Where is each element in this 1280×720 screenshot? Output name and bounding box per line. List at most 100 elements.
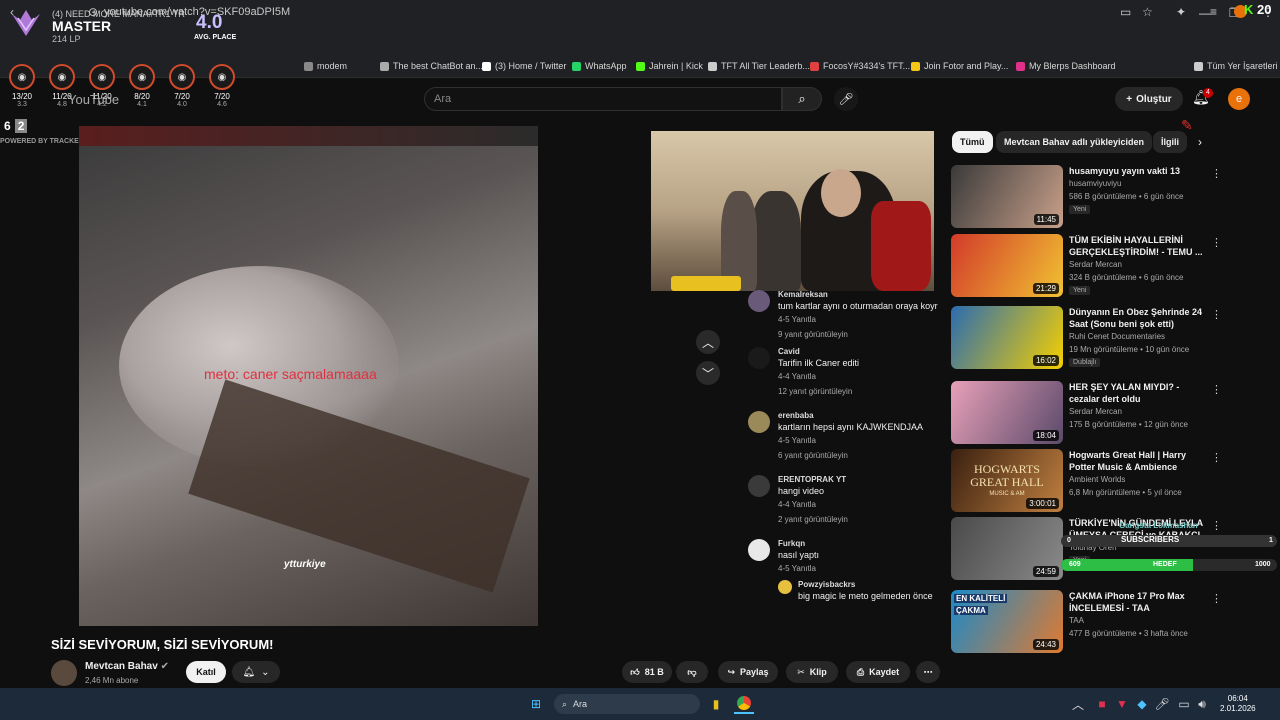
microphone-icon[interactable]: 🎤︎ <box>834 87 858 111</box>
recommended-title[interactable]: HER ŞEY YALAN MIYDI? - cezalar dert oldu <box>1069 381 1209 405</box>
recommended-title[interactable]: husamyuyu yayın vakti 13 <box>1069 165 1209 177</box>
windows-start-icon[interactable]: ⊞ <box>526 694 546 714</box>
video-thumbnail[interactable]: EN KALİTELİ ÇAKMA 24:43 <box>951 590 1063 653</box>
kebab-menu-icon[interactable]: ⋮ <box>1211 451 1222 464</box>
recommended-channel[interactable]: Serdar Mercan <box>1069 407 1122 416</box>
video-thumbnail[interactable]: 24:59 <box>951 517 1063 580</box>
chrome-icon[interactable] <box>734 694 754 714</box>
bookmark-star-icon[interactable]: ☆ <box>1142 5 1153 19</box>
comment-avatar[interactable] <box>748 411 770 433</box>
video-thumbnail[interactable]: 16:02 <box>951 306 1063 369</box>
recommended-video[interactable]: HOGWARTS GREAT HALL MUSIC & AM 3:00:01 Hogw… <box>951 449 1222 513</box>
recommended-video[interactable]: 16:02 Dünyanın En Obez Şehrinde 24 Saat (… <box>951 306 1222 370</box>
bookmark-item[interactable]: My Blerps Dashboard <box>1016 61 1116 71</box>
taskbar-search[interactable]: ⌕ Ara <box>554 694 700 714</box>
kebab-menu-icon[interactable]: ⋮ <box>1211 592 1222 605</box>
volume-icon[interactable]: 🔊︎ <box>1192 694 1212 714</box>
kebab-menu-icon[interactable]: ⋮ <box>1211 167 1222 180</box>
recommended-title[interactable]: ÇAKMA iPhone 17 Pro Max İNCELEMESİ - TAA <box>1069 590 1209 614</box>
view-replies-button[interactable]: 2 yanıt görüntüleyin <box>778 515 848 524</box>
like-button[interactable]: 👍︎ 81 B <box>622 661 672 683</box>
recommended-video[interactable]: 11:45 husamyuyu yayın vakti 13 husamviyuvi… <box>951 165 1222 229</box>
bookmark-item[interactable]: modem <box>304 61 347 71</box>
bookmark-item[interactable]: Jahrein | Kick <box>636 61 703 71</box>
recommended-channel[interactable]: husamviyuviyu <box>1069 179 1121 188</box>
youtube-logo[interactable]: YouTube <box>68 92 119 107</box>
comment-avatar[interactable] <box>748 290 770 312</box>
menu-list-icon[interactable]: ≡ <box>1210 5 1217 19</box>
comment-author[interactable]: erenbaba <box>778 411 814 420</box>
video-thumbnail[interactable]: HOGWARTS GREAT HALL MUSIC & AM 3:00:01 <box>951 449 1063 512</box>
bookmark-item[interactable]: TFT All Tier Leaderb... <box>708 61 810 71</box>
view-replies-button[interactable]: 6 yanıt görüntüleyin <box>778 451 848 460</box>
bookmark-item[interactable]: (3) Home / Twitter <box>482 61 566 71</box>
search-input[interactable] <box>424 87 782 111</box>
video-thumbnail[interactable]: 18:04 <box>951 381 1063 444</box>
network-icon[interactable]: ▭ <box>1174 694 1194 714</box>
comment-author[interactable]: ERENTOPRAK YT <box>778 475 846 484</box>
bookmark-item[interactable]: Join Fotor and Play... <box>911 61 1008 71</box>
filter-chip[interactable]: Tümü <box>952 131 993 153</box>
subscription-bell-button[interactable]: 🔔︎ ⌄ <box>232 661 280 683</box>
video-thumbnail[interactable]: 21:29 <box>951 234 1063 297</box>
recommended-channel[interactable]: Serdar Mercan <box>1069 260 1122 269</box>
dislike-button[interactable]: 👎︎ <box>676 661 708 683</box>
comment-reply-button[interactable]: 4-4 Yanıtla <box>778 372 816 381</box>
recommended-video[interactable]: 18:04 HER ŞEY YALAN MIYDI? - cezalar dert… <box>951 381 1222 445</box>
scroll-down-icon[interactable]: ﹀ <box>696 361 720 385</box>
search-icon[interactable]: ⌕ <box>782 87 822 111</box>
comment-author[interactable]: Kemalreksan <box>778 290 828 299</box>
recommended-channel[interactable]: TAA <box>1069 616 1084 625</box>
comment-avatar[interactable] <box>748 347 770 369</box>
taskbar-app-icon[interactable]: ▮ <box>706 694 726 714</box>
comment-author[interactable]: Furkqn <box>778 539 805 548</box>
tray-app3-icon[interactable]: ◆ <box>1132 694 1152 714</box>
tray-app2-icon[interactable]: ▼ <box>1112 694 1132 714</box>
recommended-channel[interactable]: Ruhi Cenet Documentaries <box>1069 332 1165 341</box>
comment-reply-button[interactable]: 4-5 Yanıtla <box>778 436 816 445</box>
avatar[interactable]: e <box>1228 88 1250 110</box>
clock[interactable]: 06:04 2.01.2026 <box>1220 694 1256 714</box>
extensions-icon[interactable]: ✦ <box>1176 5 1186 19</box>
bookmark-item[interactable]: Tüm Yer İşaretleri <box>1194 61 1278 71</box>
tray-chevron-icon[interactable]: ︿ <box>1068 694 1088 714</box>
more-actions-button[interactable]: ⋯ <box>916 661 940 683</box>
bookmark-item[interactable]: The best ChatBot an... <box>380 61 483 71</box>
comment-avatar[interactable] <box>748 475 770 497</box>
bookmark-item[interactable]: WhatsApp <box>572 61 627 71</box>
recommended-title[interactable]: TÜM EKİBİN HAYALLERİNİ GERÇEKLEŞTİRDİM! … <box>1069 234 1209 258</box>
recommended-video[interactable]: 21:29 TÜM EKİBİN HAYALLERİNİ GERÇEKLEŞTİR… <box>951 234 1222 298</box>
video-thumbnail[interactable]: 11:45 <box>951 165 1063 228</box>
comment-author[interactable]: Cavid <box>778 347 800 356</box>
cast-icon[interactable]: ▭ <box>1120 5 1131 19</box>
comment-reply-button[interactable]: 4-4 Yanıtla <box>778 500 816 509</box>
share-button[interactable]: ↪ Paylaş <box>718 661 778 683</box>
chips-next-icon[interactable]: › <box>1198 135 1202 149</box>
save-button[interactable]: ⎙ Kaydet <box>846 661 910 683</box>
bookmark-item[interactable]: FocosY#3434's TFT... <box>810 61 910 71</box>
view-replies-button[interactable]: 9 yanıt görüntüleyin <box>778 330 848 339</box>
scroll-up-icon[interactable]: ︿ <box>696 330 720 354</box>
view-replies-button[interactable]: 12 yanıt görüntüleyin <box>778 387 852 396</box>
tray-app-icon[interactable]: ■ <box>1092 694 1112 714</box>
recommended-title[interactable]: Hogwarts Great Hall | Harry Potter Music… <box>1069 449 1209 473</box>
comment-avatar[interactable] <box>748 539 770 561</box>
tft-game-place: 8/20 <box>134 92 150 101</box>
channel-avatar[interactable] <box>51 660 77 686</box>
kebab-menu-icon[interactable]: ⋮ <box>1211 236 1222 249</box>
recommended-title[interactable]: Dünyanın En Obez Şehrinde 24 Saat (Sonu … <box>1069 306 1209 330</box>
comment-reply-button[interactable]: 4-5 Yanıtla <box>778 315 816 324</box>
comment-reply-button[interactable]: 4-5 Yanıtla <box>778 564 816 573</box>
channel-name[interactable]: Mevtcan Bahav ✔ <box>85 661 169 672</box>
kebab-menu-icon[interactable]: ⋮ <box>1211 308 1222 321</box>
video-player[interactable]: meto: caner saçmalamaaaa ytturkiye <box>79 126 538 626</box>
clip-button[interactable]: ✂ Klip <box>786 661 838 683</box>
tray-mic-icon[interactable]: 🎤︎ <box>1152 694 1172 714</box>
filter-chip[interactable]: Mevtcan Bahav adlı yükleyiciden <box>996 131 1153 153</box>
create-button[interactable]: + Oluştur <box>1115 87 1183 111</box>
join-button[interactable]: Katıl <box>186 661 226 683</box>
filter-chip[interactable]: İlgili <box>1153 131 1187 153</box>
kebab-menu-icon[interactable]: ⋮ <box>1211 383 1222 396</box>
recommended-video[interactable]: EN KALİTELİ ÇAKMA 24:43 ÇAKMA iPhone 17 Pro… <box>951 590 1222 654</box>
recommended-channel[interactable]: Ambient Worlds <box>1069 475 1125 484</box>
